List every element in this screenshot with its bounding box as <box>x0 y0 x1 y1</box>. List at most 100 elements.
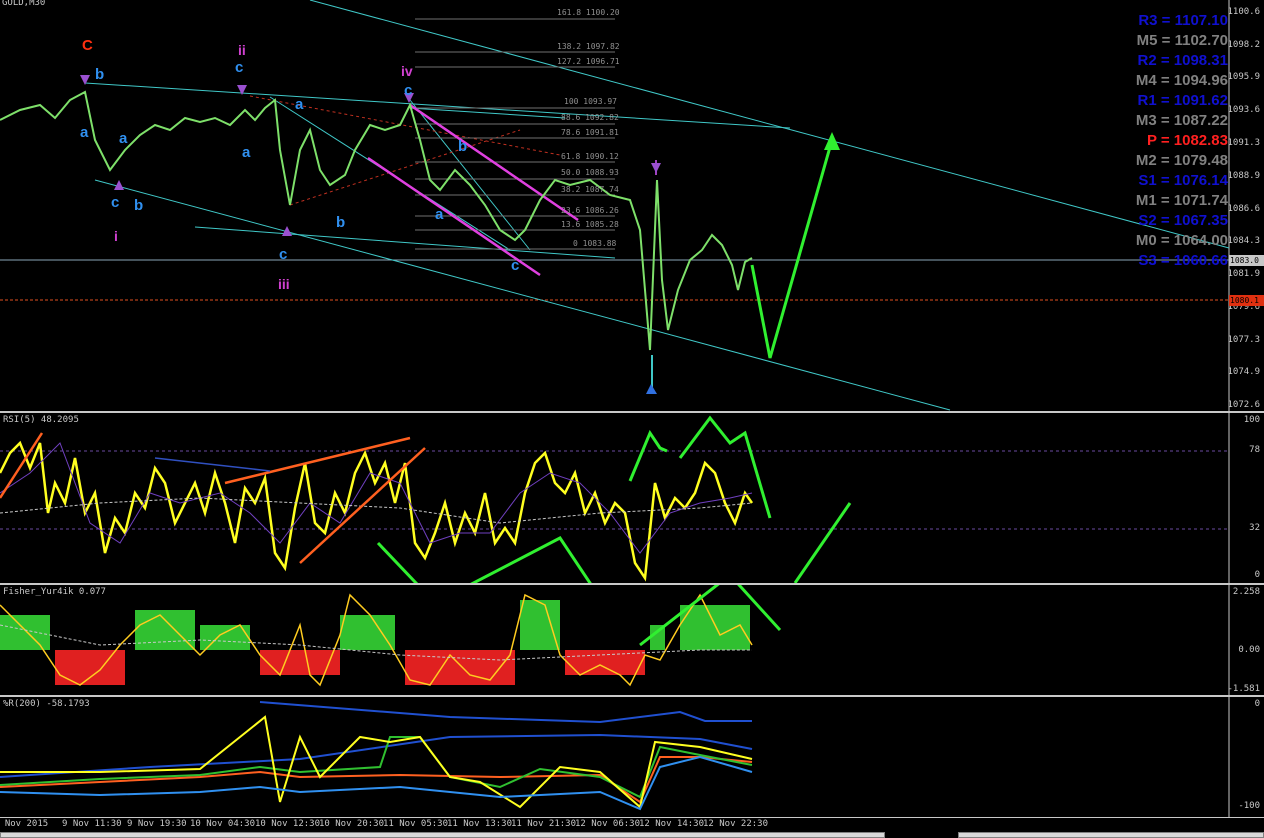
price-chart-pane[interactable]: GOLD,M30 C ii iv i iii b a a c b c a a b… <box>0 0 1264 411</box>
fib-label: 61.8 1090.12 <box>561 152 619 161</box>
wave-label-iii: iii <box>278 276 290 292</box>
rsi-axis-label: 32 <box>1249 523 1260 533</box>
price-axis-label: 1077.3 <box>1227 335 1260 345</box>
price-axis-label: 1086.6 <box>1227 204 1260 214</box>
pivot-M4: M4 = 1094.96 <box>1135 72 1228 89</box>
trend-channel <box>84 0 1230 411</box>
price-axis-label: 1100.6 <box>1227 7 1260 17</box>
rsi-canvas <box>0 413 1230 583</box>
pivot-M1: M1 = 1071.74 <box>1135 192 1228 209</box>
fib-label: 0 1083.88 <box>573 239 617 248</box>
time-axis-label: 10 Nov 04:30 <box>190 819 256 829</box>
wave-label-b: b <box>95 66 105 83</box>
wave-label-ii: ii <box>238 42 246 58</box>
time-axis-label: 11 Nov 13:30 <box>447 819 513 829</box>
time-axis-label: 12 Nov 06:30 <box>575 819 641 829</box>
fib-label: 78.6 1091.81 <box>561 128 619 137</box>
time-axis-label: 9 Nov 2015 <box>0 819 49 829</box>
fisher-histogram <box>0 600 750 685</box>
rsi-axis-label: 78 <box>1249 445 1260 455</box>
wpr-label: %R(200) -58.1793 <box>3 699 90 709</box>
pivot-S2: S2 = 1067.35 <box>1138 212 1228 229</box>
pivot-P: P = 1082.83 <box>1146 132 1228 149</box>
fib-label: 38.2 1087.74 <box>561 185 619 194</box>
pivot-R2: R2 = 1098.31 <box>1137 52 1229 69</box>
rsi-line <box>0 440 754 582</box>
symbol-title: GOLD,M30 <box>2 0 46 8</box>
price-axis-label: 1098.2 <box>1227 40 1260 50</box>
pivot-price-tag: 1080.1 <box>1229 295 1264 306</box>
status-bar-panel <box>958 832 1264 838</box>
projection-arrow <box>750 132 840 359</box>
wave-label-c: c <box>404 82 413 99</box>
time-axis-label: 9 Nov 11:30 <box>62 819 122 829</box>
time-axis-label: 12 Nov 22:30 <box>703 819 769 829</box>
wave-label-a: a <box>435 206 444 223</box>
pivot-S3: S3 = 1060.66 <box>1138 252 1228 269</box>
fib-label: 88.6 1092.82 <box>561 113 619 122</box>
time-axis-label: 9 Nov 19:30 <box>127 819 187 829</box>
wave-label-iv: iv <box>401 63 413 79</box>
horizontal-scrollbar[interactable] <box>0 832 885 838</box>
price-axis-label: 1091.3 <box>1227 138 1260 148</box>
price-axis-label: 1074.9 <box>1227 367 1260 377</box>
wave-label-b: b <box>336 214 346 231</box>
rsi-axis-label: 0 <box>1254 570 1260 580</box>
time-axis-label: 11 Nov 21:30 <box>511 819 577 829</box>
wave-label-c: c <box>111 194 120 211</box>
price-axis-label: 1093.6 <box>1227 105 1260 115</box>
wpr-pane[interactable]: %R(200) -58.1793 0 -100 <box>0 697 1264 817</box>
price-axis-label: 1081.9 <box>1227 269 1260 279</box>
price-chart-canvas <box>0 0 1230 411</box>
pivot-M0: M0 = 1064.00 <box>1135 232 1228 249</box>
wave-label-a: a <box>119 130 128 147</box>
fractal-arrows <box>80 75 661 394</box>
fib-label: 161.8 1100.20 <box>557 8 620 17</box>
price-axis-label: 1084.3 <box>1227 236 1260 246</box>
wpr-canvas <box>0 697 1230 817</box>
wpr-axis-label: 0 <box>1254 699 1260 709</box>
wave-label-a: a <box>295 96 304 113</box>
rsi-label: RSI(5) 48.2095 <box>3 415 79 425</box>
wave-label-a: a <box>242 144 251 161</box>
wave-label-b: b <box>134 197 144 214</box>
price-axis-label: 1088.9 <box>1227 171 1260 181</box>
fib-label: 23.6 1086.26 <box>561 206 619 215</box>
price-axis-label: 1095.9 <box>1227 72 1260 82</box>
wave-label-i: i <box>114 228 118 244</box>
pivot-M3: M3 = 1087.22 <box>1135 112 1228 129</box>
pivot-S1: S1 = 1076.14 <box>1138 172 1228 189</box>
rsi-projection-arrows <box>376 415 852 583</box>
pivot-R3: R3 = 1107.10 <box>1138 12 1228 29</box>
fisher-pane[interactable]: Fisher_Yur4ik 0.077 2.258 0.00 -1.581 <box>0 585 1264 695</box>
fisher-axis-label: 0.00 <box>1238 645 1260 655</box>
fib-label: 127.2 1096.71 <box>557 57 620 66</box>
wave-label-b: b <box>458 138 468 155</box>
time-axis-label: 10 Nov 20:30 <box>319 819 385 829</box>
wpr-axis-label: -100 <box>1238 801 1260 811</box>
pivot-M5: M5 = 1102.70 <box>1136 32 1228 49</box>
rsi-axis-label: 100 <box>1243 415 1260 425</box>
current-price-tag: 1083.0 <box>1229 255 1264 266</box>
fib-label: 138.2 1097.82 <box>557 42 620 51</box>
fib-label: 13.6 1085.28 <box>561 220 619 229</box>
fisher-axis-label: 2.258 <box>1232 587 1260 597</box>
fisher-label: Fisher_Yur4ik 0.077 <box>3 587 106 597</box>
pivot-M2: M2 = 1079.48 <box>1135 152 1228 169</box>
wave-label-a: a <box>80 124 89 141</box>
pivot-R1: R1 = 1091.62 <box>1137 92 1229 109</box>
fisher-canvas <box>0 585 1230 695</box>
wave-label-c: c <box>279 246 288 263</box>
wave-label-C: C <box>82 37 93 54</box>
fib-label: 100 1093.97 <box>564 97 617 106</box>
wave-label-c: c <box>235 59 244 76</box>
wave-label-c: c <box>511 257 520 274</box>
price-axis-label: 1072.6 <box>1227 400 1260 410</box>
rsi-pane[interactable]: RSI(5) 48.2095 100 78 32 0 <box>0 413 1264 583</box>
fib-label: 50.0 1088.93 <box>561 168 619 177</box>
time-axis-label: 11 Nov 05:30 <box>383 819 449 829</box>
time-axis-border <box>0 817 1264 818</box>
price-series <box>0 90 753 351</box>
time-axis-label: 10 Nov 12:30 <box>255 819 321 829</box>
time-axis-label: 12 Nov 14:30 <box>639 819 705 829</box>
